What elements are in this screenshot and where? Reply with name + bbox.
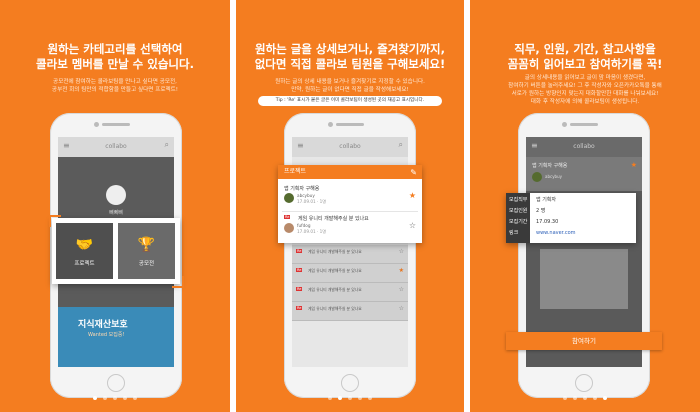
card-header: 프로젝트 ✎ [278, 165, 422, 179]
detail-row: 모집인원 2 명 [509, 208, 546, 214]
search-icon[interactable]: ⌕ [165, 141, 169, 149]
app-logo: collabo [339, 143, 361, 150]
tip-label: Tip : 'Re' 표시가 붙은 글은 이미 콜라보팀이 생성된 곳의 재공고… [258, 96, 442, 106]
star-icon[interactable]: ☆ [399, 305, 404, 312]
promo-panel-detail: 직무, 인원, 기간, 참고사항을 꼼꼼히 읽어보고 참여하기를 꾹! 글의 상… [470, 0, 700, 412]
handshake-icon: 🤝 [75, 237, 94, 253]
page-indicator [0, 385, 230, 404]
star-icon[interactable]: ★ [631, 161, 637, 169]
trophy-icon: 🏆 [137, 237, 156, 253]
star-icon[interactable]: ★ [409, 191, 416, 200]
phone-mockup: ≡ collabo ⌕ Re 게임 유니티 개발해주실 분 있나요 ☆ Re 게… [284, 113, 416, 398]
promo-panel-category: 원하는 카테고리를 선택하여 콜라보 멤버를 만날 수 있습니다. 공모전에 참… [0, 0, 230, 412]
star-icon[interactable]: ☆ [399, 286, 404, 293]
avatar [532, 172, 542, 182]
recruit-detail-card: 모집직무 앱 기획자 모집인원 2 명 모집기간 17.09.30 링크 www… [506, 193, 636, 243]
tile-project[interactable]: 🤝 프로젝트 [56, 223, 113, 279]
app-logo: collabo [105, 143, 127, 150]
post-header: 앱 기획자 구해용 abcybuy ★ [526, 157, 642, 191]
post-row[interactable]: 앱 기획자 구해용 abcybuy 17.09.01 · 1명 ★ [278, 181, 422, 211]
app-logo: collabo [573, 143, 595, 150]
phone-mockup: ≡ collabo 앱 기획자 구해용 abcybuy ★ [518, 113, 650, 398]
app-bar: ≡ collabo [526, 137, 642, 157]
promo-panel-posts: 원하는 글을 상세보거나, 즐겨찾기까지, 없다면 직접 콜라보 팀원을 구해보… [236, 0, 464, 412]
detail-row: 모집직무 앱 기획자 [509, 197, 556, 203]
apply-button[interactable]: 참여하기 [506, 332, 662, 350]
panel-subtitle: 공모전에 참여하는 콜라보팀을 만나고 싶다면 공모전, 공부전 회의 팀만의 … [51, 79, 179, 93]
tile-contest[interactable]: 🏆 공모전 [118, 223, 175, 279]
avatar [284, 223, 294, 233]
post-row[interactable]: 게임 유니티 개발해주실 분 있나요 Re fufdog 17.09.01 · … [278, 211, 422, 241]
detail-row: 모집기간 17.09.30 [509, 219, 559, 225]
panel-subtitle: 원하는 글의 상세 내용을 보거나 즐겨찾기로 지정할 수 있습니다. 만약, … [275, 79, 425, 93]
banner[interactable]: 지식재산보호 Wanted 모집중! [58, 307, 174, 367]
category-picker: 🤝 프로젝트 🏆 공모전 [52, 218, 180, 284]
app-bar: ≡ collabo ⌕ [58, 137, 174, 157]
avatar [284, 193, 294, 203]
panel-title: 원하는 카테고리를 선택하여 콜라보 멤버를 만날 수 있습니다. [36, 42, 194, 71]
avatar [106, 185, 126, 205]
star-icon[interactable]: ☆ [399, 248, 404, 255]
star-icon[interactable]: ☆ [409, 221, 416, 230]
page-indicator [236, 385, 464, 404]
project-card: 프로젝트 ✎ 앱 기획자 구해용 abcybuy 17.09.01 · 1명 ★… [278, 165, 422, 243]
panel-subtitle: 글의 상세내용을 읽어보고 글이 맘 마음이 생겼다면, 참여하기 버튼을 눌러… [508, 75, 662, 105]
profile-name: 삐삐삐 [109, 210, 123, 216]
app-bar: ≡ collabo ⌕ [292, 137, 408, 157]
star-icon[interactable]: ★ [399, 267, 404, 274]
detail-row: 링크 www.naver.com [506, 228, 636, 239]
list-item[interactable]: Re 게임 유니티 개발해주실 분 있나요 ☆ [292, 245, 408, 264]
page-indicator [470, 385, 700, 404]
list-item[interactable]: Re 게임 유니티 개발해주실 분 있나요 ☆ [292, 283, 408, 302]
link-text[interactable]: www.naver.com [536, 228, 576, 239]
pencil-icon[interactable]: ✎ [410, 166, 417, 180]
panel-title: 직무, 인원, 기간, 참고사항을 꼼꼼히 읽어보고 참여하기를 꾹! [507, 42, 663, 71]
search-icon[interactable]: ⌕ [399, 141, 403, 149]
panel-title: 원하는 글을 상세보거나, 즐겨찾기까지, 없다면 직접 콜라보 팀원을 구해보… [254, 42, 446, 71]
list-item[interactable]: Re 게임 유니티 개발해주실 분 있나요 ☆ [292, 302, 408, 321]
list-item[interactable]: Re 게임 유니티 개발해주실 분 있나요 ★ [292, 264, 408, 283]
post-image [540, 249, 628, 309]
